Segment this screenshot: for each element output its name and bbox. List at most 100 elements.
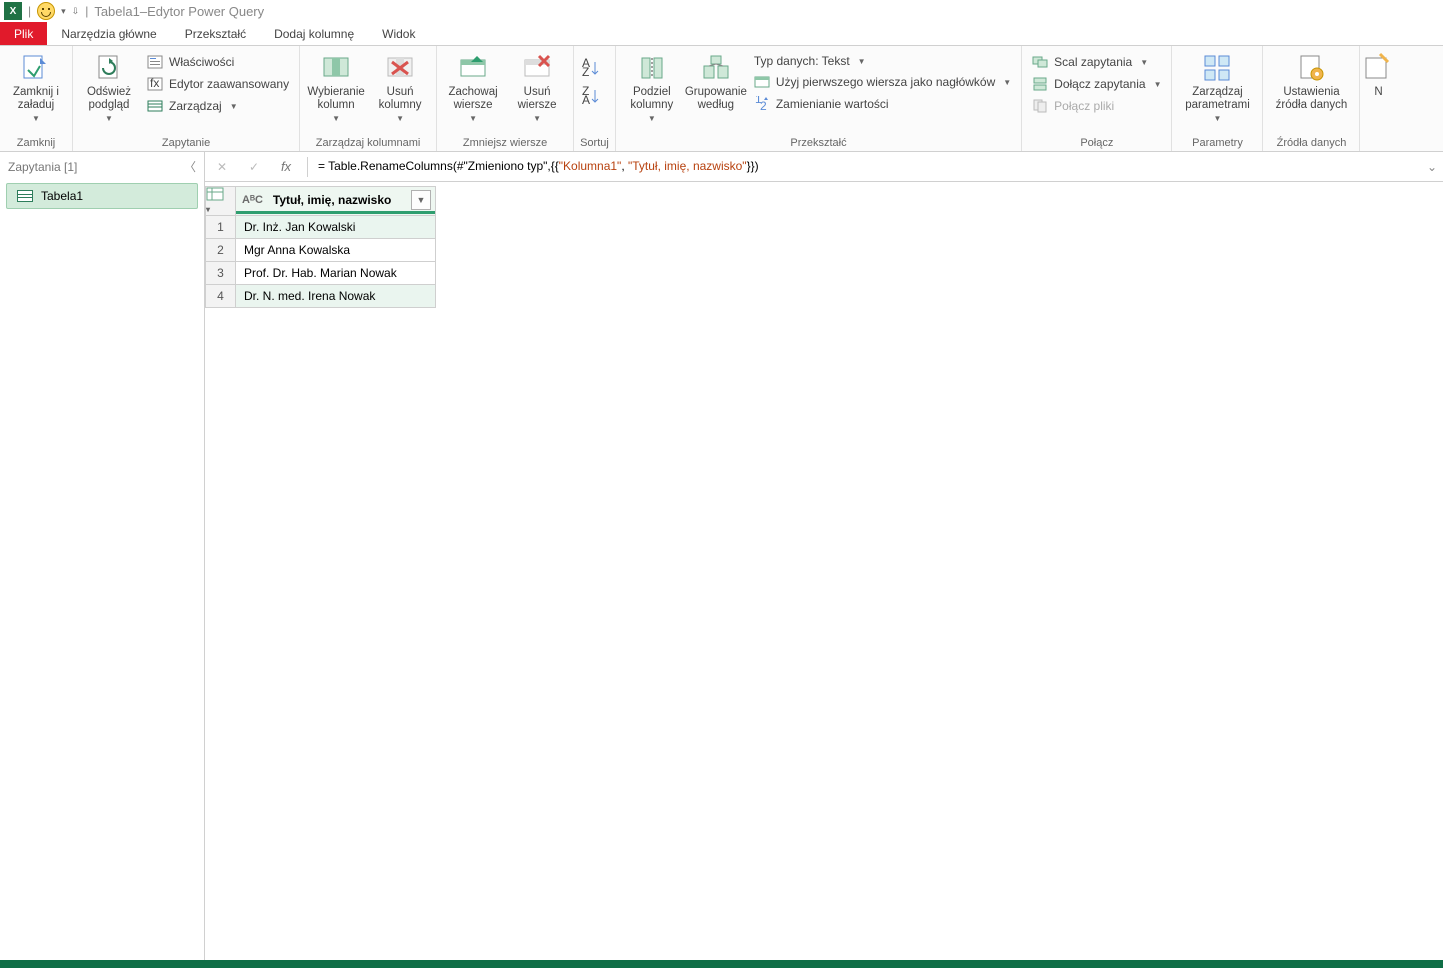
- fx-icon[interactable]: fx: [275, 156, 297, 178]
- advanced-editor-button[interactable]: fx Edytor zaawansowany: [143, 74, 293, 94]
- split-column-button[interactable]: Podziel kolumny ▼: [622, 48, 682, 124]
- type-text-icon[interactable]: AᴮC: [236, 194, 269, 206]
- ribbon: Zamknij i załaduj ▼ Zamknij Odśwież podg…: [0, 46, 1443, 152]
- row-number: 2: [206, 239, 236, 262]
- first-row-headers-icon: [754, 74, 770, 90]
- table-corner[interactable]: ▾: [206, 187, 236, 216]
- append-queries-button[interactable]: Dołącz zapytania ▼: [1028, 74, 1165, 94]
- data-source-settings-button[interactable]: Ustawienia źródła danych: [1269, 48, 1353, 112]
- group-label-combine: Połącz: [1028, 135, 1165, 151]
- group-label-columns: Zarządzaj kolumnami: [306, 135, 430, 151]
- refresh-icon: [93, 52, 125, 84]
- replace-values-icon: 12: [754, 96, 770, 112]
- use-first-row-headers-button[interactable]: Użyj pierwszego wiersza jako nagłówków ▼: [750, 72, 1015, 92]
- remove-rows-icon: [521, 52, 553, 84]
- title-bar: X | ▾ ⇩ | Tabela1–Edytor Power Query: [0, 0, 1443, 22]
- row-number: 4: [206, 285, 236, 308]
- column-name: Tytuł, imię, nazwisko: [269, 193, 407, 207]
- group-query: Odśwież podgląd ▼ Właściwości fx Edytor …: [73, 46, 300, 151]
- cell[interactable]: Mgr Anna Kowalska: [236, 239, 436, 262]
- group-label-parameters: Parametry: [1178, 135, 1256, 151]
- work-area: Zapytania [1] 〈 Tabela1 ✕ ✓ fx = Table.R…: [0, 152, 1443, 960]
- group-label-query: Zapytanie: [79, 135, 293, 151]
- remove-columns-button[interactable]: Usuń kolumny ▼: [370, 48, 430, 124]
- group-columns: Wybieranie kolumn ▼ Usuń kolumny ▼ Zarzą…: [300, 46, 437, 151]
- excel-icon: X: [4, 2, 22, 20]
- tab-transform[interactable]: Przekształć: [171, 22, 260, 45]
- group-sources: Ustawienia źródła danych Źródła danych: [1263, 46, 1360, 151]
- column-header[interactable]: AᴮC Tytuł, imię, nazwisko ▼: [236, 187, 436, 216]
- append-icon: [1032, 76, 1048, 92]
- query-item-label: Tabela1: [41, 189, 83, 203]
- merge-queries-button[interactable]: Scal zapytania ▼: [1028, 52, 1165, 72]
- qat-dropdown[interactable]: ▾: [61, 6, 66, 17]
- smiley-icon[interactable]: [37, 2, 55, 20]
- combine-files-icon: [1032, 98, 1048, 114]
- properties-button[interactable]: Właściwości: [143, 52, 293, 72]
- row-number: 3: [206, 262, 236, 285]
- sort-desc-button[interactable]: ZA: [580, 86, 602, 108]
- group-rows: Zachowaj wiersze ▼ Usuń wiersze ▼ Zmniej…: [437, 46, 574, 151]
- formula-bar: ✕ ✓ fx = Table.RenameColumns(#"Zmieniono…: [205, 152, 1443, 182]
- new-source-icon: [1362, 52, 1394, 84]
- qat-customize[interactable]: ⇩: [72, 6, 80, 17]
- sort-asc-button[interactable]: AZ: [580, 58, 602, 80]
- replace-values-button[interactable]: 12 Zamienianie wartości: [750, 94, 1015, 114]
- keep-rows-button[interactable]: Zachowaj wiersze ▼: [443, 48, 503, 124]
- group-label-sort: Sortuj: [580, 135, 609, 151]
- new-source-button[interactable]: N: [1366, 48, 1390, 99]
- manage-button[interactable]: Zarządzaj ▼: [143, 96, 293, 116]
- accept-formula-button[interactable]: ✓: [243, 156, 265, 178]
- properties-icon: [147, 54, 163, 70]
- tab-add-column[interactable]: Dodaj kolumnę: [260, 22, 368, 45]
- cell[interactable]: Prof. Dr. Hab. Marian Nowak: [236, 262, 436, 285]
- close-load-icon: [20, 52, 52, 84]
- group-close: Zamknij i załaduj ▼ Zamknij: [0, 46, 73, 151]
- table-row[interactable]: 1Dr. Inż. Jan Kowalski: [206, 216, 436, 239]
- tab-view[interactable]: Widok: [368, 22, 429, 45]
- remove-rows-button[interactable]: Usuń wiersze ▼: [507, 48, 567, 124]
- status-bar: [0, 960, 1443, 968]
- queries-title: Zapytania [1]: [8, 160, 77, 174]
- group-new-source: N: [1360, 46, 1396, 151]
- group-label-transform: Przekształć: [622, 135, 1015, 151]
- tab-home[interactable]: Narzędzia główne: [47, 22, 170, 45]
- manage-parameters-button[interactable]: Zarządzaj parametrami ▼: [1178, 48, 1256, 124]
- formula-text[interactable]: = Table.RenameColumns(#"Zmieniono typ",{…: [318, 159, 759, 174]
- refresh-preview-button[interactable]: Odśwież podgląd ▼: [79, 48, 139, 124]
- advanced-editor-icon: fx: [147, 76, 163, 92]
- combine-files-button[interactable]: Połącz pliki: [1028, 96, 1165, 116]
- main-area: ✕ ✓ fx = Table.RenameColumns(#"Zmieniono…: [205, 152, 1443, 960]
- close-and-load-button[interactable]: Zamknij i załaduj ▼: [6, 48, 66, 124]
- cell[interactable]: Dr. Inż. Jan Kowalski: [236, 216, 436, 239]
- svg-text:2: 2: [760, 99, 767, 112]
- choose-columns-icon: [320, 52, 352, 84]
- column-filter-button[interactable]: ▼: [411, 190, 431, 210]
- queries-pane: Zapytania [1] 〈 Tabela1: [0, 152, 205, 960]
- window-title: Tabela1–Edytor Power Query: [94, 4, 264, 19]
- table-row[interactable]: 3Prof. Dr. Hab. Marian Nowak: [206, 262, 436, 285]
- tab-file[interactable]: Plik: [0, 22, 47, 45]
- collapse-queries-icon[interactable]: 〈: [184, 158, 196, 175]
- remove-columns-icon: [384, 52, 416, 84]
- dropdown-caret: ▼: [32, 114, 40, 123]
- ribbon-tabs: Plik Narzędzia główne Przekształć Dodaj …: [0, 22, 1443, 46]
- cancel-formula-button[interactable]: ✕: [211, 156, 233, 178]
- expand-formula-button[interactable]: ⌄: [1427, 160, 1437, 174]
- manage-icon: [147, 98, 163, 114]
- cell[interactable]: Dr. N. med. Irena Nowak: [236, 285, 436, 308]
- separator: |: [85, 4, 88, 18]
- table-row[interactable]: 4Dr. N. med. Irena Nowak: [206, 285, 436, 308]
- data-type-button[interactable]: Typ danych: Tekst ▼: [750, 52, 1015, 70]
- group-by-icon: [700, 52, 732, 84]
- group-sort: AZ ZA Sortuj: [574, 46, 616, 151]
- queries-header: Zapytania [1] 〈: [0, 152, 204, 181]
- preview-table: ▾ AᴮC Tytuł, imię, nazwisko ▼ 1Dr. Inż. …: [205, 186, 436, 308]
- query-item-tabela1[interactable]: Tabela1: [6, 183, 198, 209]
- separator: [307, 157, 308, 177]
- choose-columns-button[interactable]: Wybieranie kolumn ▼: [306, 48, 366, 124]
- group-transform: Podziel kolumny ▼ Grupowanie według Typ …: [616, 46, 1022, 151]
- group-by-button[interactable]: Grupowanie według: [686, 48, 746, 112]
- merge-icon: [1032, 54, 1048, 70]
- table-row[interactable]: 2Mgr Anna Kowalska: [206, 239, 436, 262]
